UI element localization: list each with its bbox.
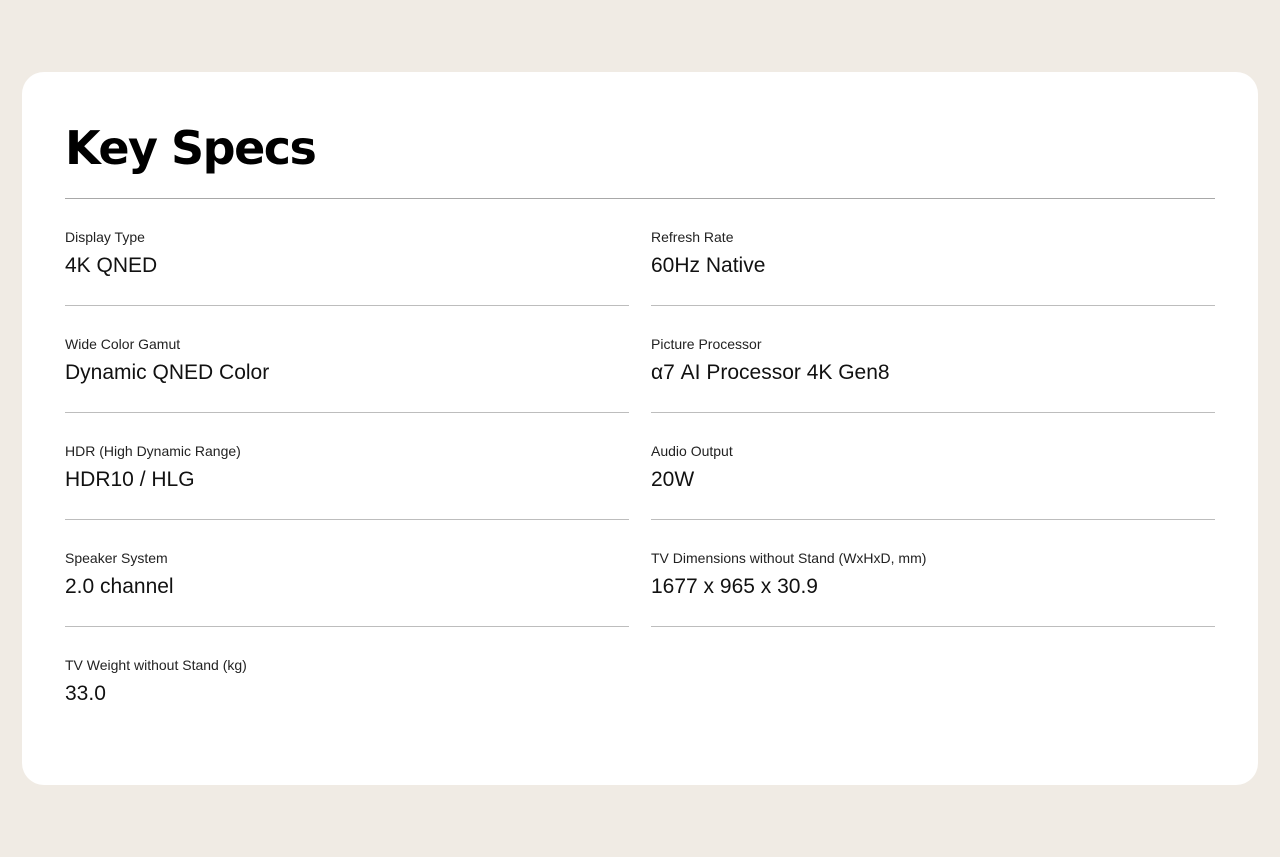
key-specs-card: Key Specs Display Type 4K QNED Refresh R…	[22, 72, 1258, 785]
spec-label: Audio Output	[651, 443, 733, 459]
spec-value: HDR10 / HLG	[65, 468, 195, 491]
spec-value: 1677 x 965 x 30.9	[651, 575, 818, 598]
page-title: Key Specs	[65, 121, 317, 175]
spec-label: TV Weight without Stand (kg)	[65, 657, 247, 673]
spec-value: 60Hz Native	[651, 254, 766, 277]
spec-label: Picture Processor	[651, 336, 762, 352]
spec-label: TV Dimensions without Stand (WxHxD, mm)	[651, 550, 927, 566]
spec-value: 2.0 channel	[65, 575, 174, 598]
spec-label: Speaker System	[65, 550, 168, 566]
spec-speaker-system: Speaker System 2.0 channel	[65, 520, 629, 627]
spec-value: Dynamic QNED Color	[65, 361, 270, 384]
spec-value: 4K QNED	[65, 254, 158, 277]
spec-audio-output: Audio Output 20W	[651, 413, 1215, 520]
spec-wide-color-gamut: Wide Color Gamut Dynamic QNED Color	[65, 306, 629, 413]
spec-picture-processor: Picture Processor α7 AI Processor 4K Gen…	[651, 306, 1215, 413]
spec-value: 33.0	[65, 682, 106, 705]
spec-label: Wide Color Gamut	[65, 336, 181, 352]
spec-label: HDR (High Dynamic Range)	[65, 443, 241, 459]
spec-label: Refresh Rate	[651, 229, 734, 245]
spec-value: 20W	[651, 468, 695, 491]
spec-value: α7 AI Processor 4K Gen8	[651, 361, 890, 384]
spec-tv-dimensions: TV Dimensions without Stand (WxHxD, mm) …	[651, 520, 1215, 627]
spec-refresh-rate: Refresh Rate 60Hz Native	[651, 199, 1215, 306]
specs-grid: Display Type 4K QNED Refresh Rate 60Hz N…	[65, 199, 1215, 734]
spec-label: Display Type	[65, 229, 145, 245]
spec-display-type: Display Type 4K QNED	[65, 199, 629, 306]
spec-hdr: HDR (High Dynamic Range) HDR10 / HLG	[65, 413, 629, 520]
spec-tv-weight: TV Weight without Stand (kg) 33.0	[65, 627, 629, 734]
